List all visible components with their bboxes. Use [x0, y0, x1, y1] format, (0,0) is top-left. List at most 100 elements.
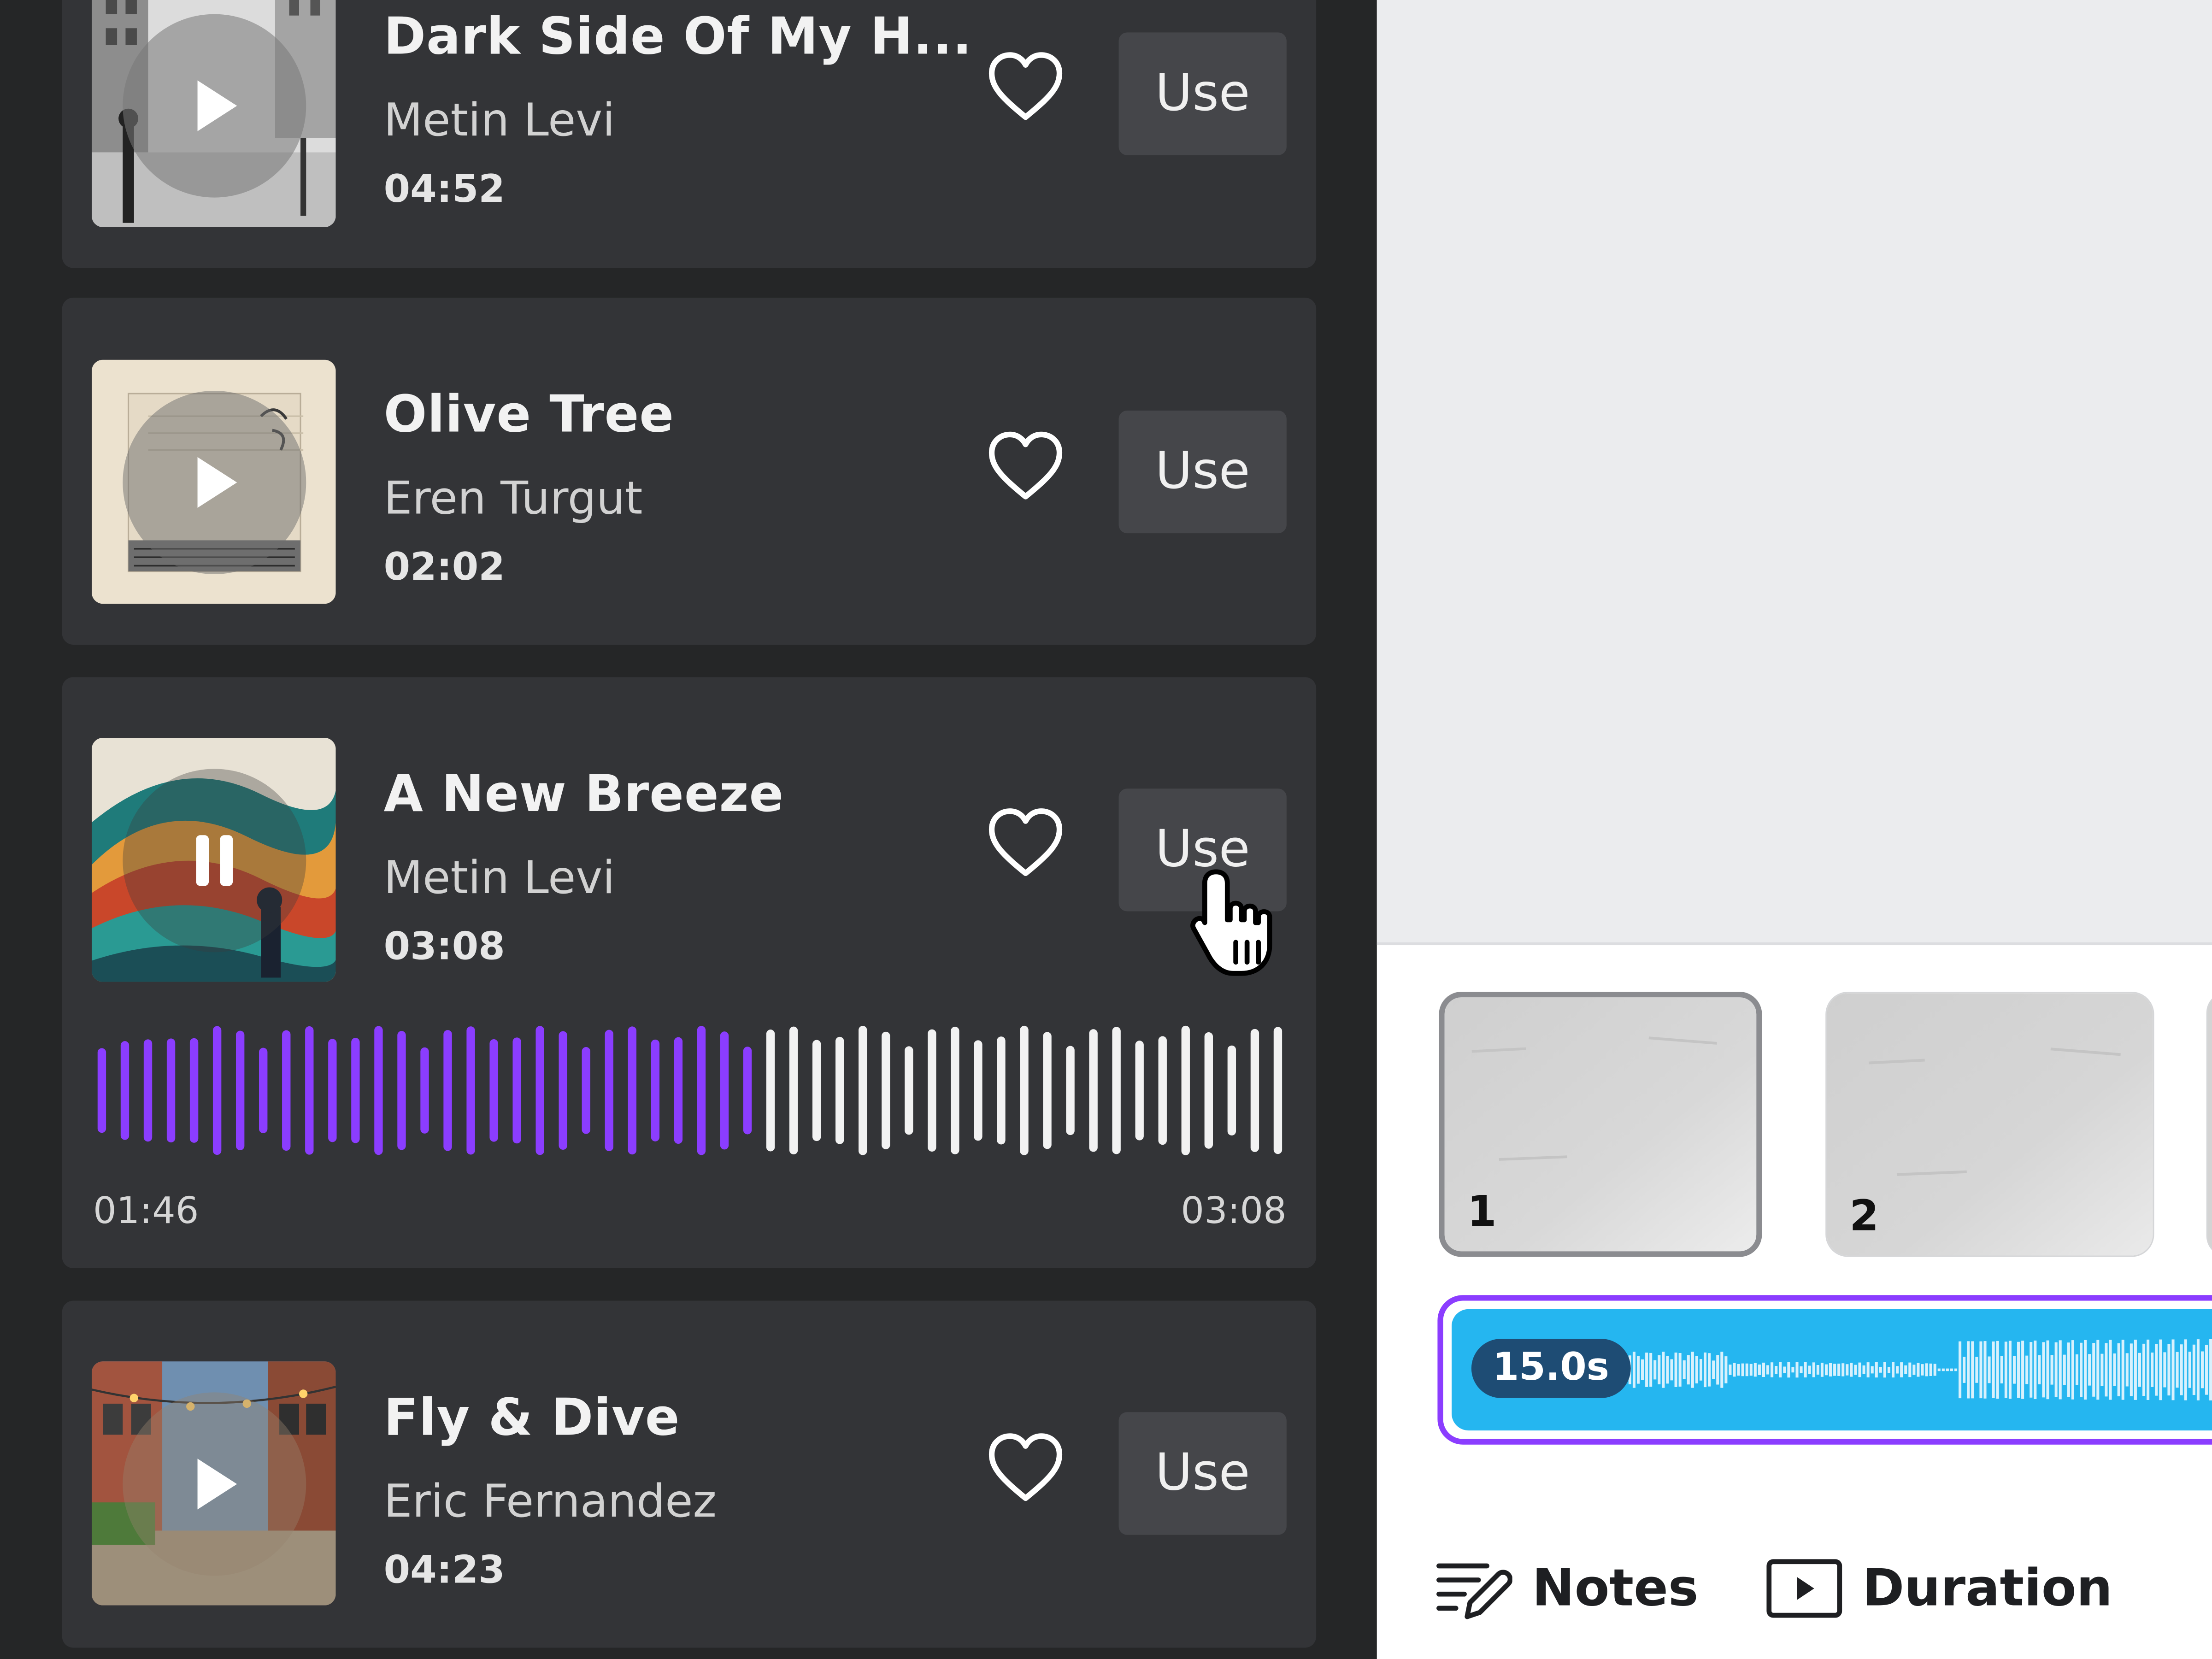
track-artist[interactable]: Metin Levi: [384, 851, 615, 904]
use-button[interactable]: Use: [1118, 32, 1287, 155]
track-title: Fly & Dive: [383, 1389, 680, 1447]
waveform-bar: [489, 1039, 498, 1142]
notes-button[interactable]: Notes: [1436, 1549, 1698, 1628]
waveform-bar: [905, 1046, 913, 1135]
waveform-bar: [789, 1026, 798, 1155]
design-canvas[interactable]: [1377, 0, 2212, 946]
elapsed-time: 01:46: [93, 1190, 199, 1233]
page-thumbnail[interactable]: [2206, 992, 2212, 1257]
waveform-bar: [859, 1026, 867, 1155]
waveform-bar: [835, 1036, 844, 1144]
play-icon[interactable]: [183, 75, 246, 137]
waveform-bar: [605, 1030, 613, 1152]
waveform-bar: [882, 1031, 890, 1149]
notes-icon: [1436, 1563, 1512, 1619]
album-art[interactable]: [91, 1361, 336, 1606]
waveform-bar: [166, 1038, 176, 1143]
track-title: A New Breeze: [383, 766, 784, 824]
waveform-bar: [397, 1031, 406, 1150]
waveform-bar: [628, 1026, 637, 1155]
page-thumbnail[interactable]: 1: [1439, 992, 1762, 1257]
track-duration: 04:52: [383, 168, 505, 212]
waveform-bar: [928, 1029, 936, 1152]
track-card[interactable]: Olive Tree Eren Turgut 02:02 Use: [62, 297, 1317, 645]
waveform-bar: [1204, 1032, 1213, 1149]
total-time: 03:08: [1181, 1190, 1287, 1233]
waveform-bar: [120, 1041, 129, 1140]
waveform-bar: [420, 1047, 429, 1134]
waveform-bar: [351, 1038, 360, 1143]
waveform-bar: [1089, 1029, 1098, 1152]
waveform-bar: [535, 1026, 544, 1155]
track-card[interactable]: Fly & Dive Eric Fernandez 04:23 Use: [62, 1300, 1317, 1648]
use-button[interactable]: Use: [1118, 1412, 1287, 1535]
waveform-bar: [259, 1047, 268, 1133]
waveform-bar: [1135, 1041, 1144, 1141]
track-artist[interactable]: Eric Fernandez: [384, 1474, 717, 1528]
waveform-bar: [974, 1040, 982, 1141]
playback-waveform[interactable]: [90, 1013, 1289, 1168]
waveform-bar: [651, 1039, 660, 1141]
waveform-bar: [374, 1026, 383, 1155]
track-card[interactable]: Dark Side Of My H... Metin Levi 04:52 Us…: [62, 0, 1317, 268]
heart-icon[interactable]: [986, 51, 1065, 124]
track-duration: 03:08: [383, 925, 505, 970]
audio-waveform-path: [1603, 1339, 2212, 1400]
waveform-bar: [743, 1047, 752, 1135]
audio-track[interactable]: 15.0s: [1437, 1295, 2212, 1445]
track-card-playing[interactable]: A New Breeze Metin Levi 03:08 Use 01:46 …: [62, 677, 1317, 1269]
waveform-bar: [697, 1026, 706, 1155]
waveform-bar: [212, 1026, 222, 1155]
waveform-bar: [812, 1040, 821, 1141]
duration-button[interactable]: Duration: [1766, 1549, 2112, 1628]
use-button[interactable]: Use: [1118, 410, 1287, 534]
track-artist[interactable]: Eren Turgut: [384, 471, 643, 524]
heart-icon[interactable]: [986, 430, 1065, 504]
waveform-bar: [951, 1026, 959, 1154]
waveform-bar: [997, 1036, 1006, 1145]
waveform-bar: [235, 1030, 245, 1151]
duration-label: Duration: [1862, 1559, 2113, 1618]
track-title: Dark Side Of My H...: [383, 8, 972, 66]
play-icon[interactable]: [183, 452, 246, 514]
heart-icon[interactable]: [986, 1432, 1065, 1505]
album-art[interactable]: [91, 0, 336, 227]
waveform-bar: [512, 1037, 521, 1144]
waveform-bar: [559, 1031, 567, 1150]
waveform-bar: [582, 1047, 590, 1134]
album-art[interactable]: [91, 738, 336, 982]
page-thumbnail[interactable]: 2: [1825, 992, 2154, 1257]
play-icon[interactable]: [183, 1453, 246, 1515]
waveform-bar: [720, 1031, 729, 1150]
pause-icon[interactable]: [183, 830, 246, 892]
page-number: 2: [1849, 1192, 1879, 1241]
album-art[interactable]: [91, 359, 336, 604]
track-duration: 02:02: [383, 546, 505, 590]
heart-icon[interactable]: [986, 807, 1065, 880]
music-panel: Dark Side Of My H... Metin Levi 04:52 Us…: [0, 0, 1377, 1659]
notes-label: Notes: [1532, 1559, 1699, 1618]
track-artist[interactable]: Metin Levi: [384, 93, 615, 147]
waveform-bar: [143, 1039, 153, 1142]
waveform-bar: [1066, 1046, 1075, 1135]
track-title: Olive Tree: [383, 386, 674, 445]
waveform-bar: [674, 1037, 683, 1144]
waveform-bar: [97, 1048, 106, 1133]
waveform-bar: [1181, 1025, 1190, 1155]
audio-duration-badge: 15.0s: [1471, 1339, 1630, 1398]
waveform-bar: [305, 1026, 314, 1155]
waveform-bar: [1250, 1029, 1259, 1152]
waveform-bar: [1043, 1032, 1052, 1149]
waveform-bar: [1020, 1025, 1029, 1155]
waveform-bar: [766, 1030, 775, 1152]
page-number: 1: [1467, 1188, 1497, 1237]
waveform-bar: [1112, 1027, 1121, 1154]
waveform-bar: [1273, 1027, 1282, 1154]
waveform-bar: [1227, 1045, 1236, 1135]
waveform-bar: [1158, 1036, 1167, 1145]
waveform-bar: [189, 1038, 199, 1143]
waveform-bar: [328, 1039, 337, 1142]
hand-cursor-icon: [1190, 869, 1272, 976]
waveform-bar: [466, 1026, 475, 1155]
waveform-bar: [282, 1030, 291, 1151]
